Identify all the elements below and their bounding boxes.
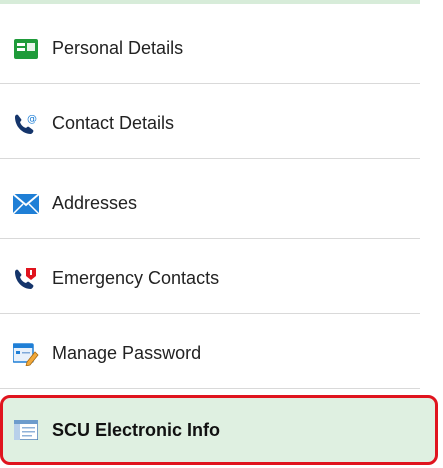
sidebar-item-contact-details[interactable]: @ Contact Details	[0, 89, 420, 159]
svg-text:@: @	[27, 114, 37, 125]
sidebar-item-emergency-contacts[interactable]: Emergency Contacts	[0, 244, 420, 314]
id-card-icon	[10, 37, 42, 61]
sidebar-item-label: Personal Details	[52, 38, 184, 58]
sidebar-item-label: Addresses	[52, 193, 138, 213]
top-accent-bar	[0, 0, 420, 4]
sidebar-item-label: Emergency Contacts	[52, 268, 220, 288]
sidebar-item-manage-password[interactable]: Manage Password	[0, 319, 420, 389]
sidebar-item-addresses[interactable]: Addresses	[0, 169, 420, 239]
phone-email-icon: @	[10, 112, 42, 136]
sidebar-item-label: Contact Details	[52, 113, 175, 133]
envelope-icon	[10, 192, 42, 216]
sidebar-item-scu-electronic-info[interactable]: SCU Electronic Info	[0, 395, 438, 465]
sidebar-item-label: Manage Password	[52, 343, 202, 363]
sidebar-item-personal-details[interactable]: Personal Details	[0, 14, 420, 84]
phone-alert-icon	[10, 267, 42, 291]
info-panel-icon	[10, 418, 42, 442]
sidebar-item-label: SCU Electronic Info	[52, 419, 221, 440]
sidebar-nav: Personal Details @ Contact Details Addre…	[0, 0, 443, 468]
form-edit-icon	[10, 342, 42, 366]
